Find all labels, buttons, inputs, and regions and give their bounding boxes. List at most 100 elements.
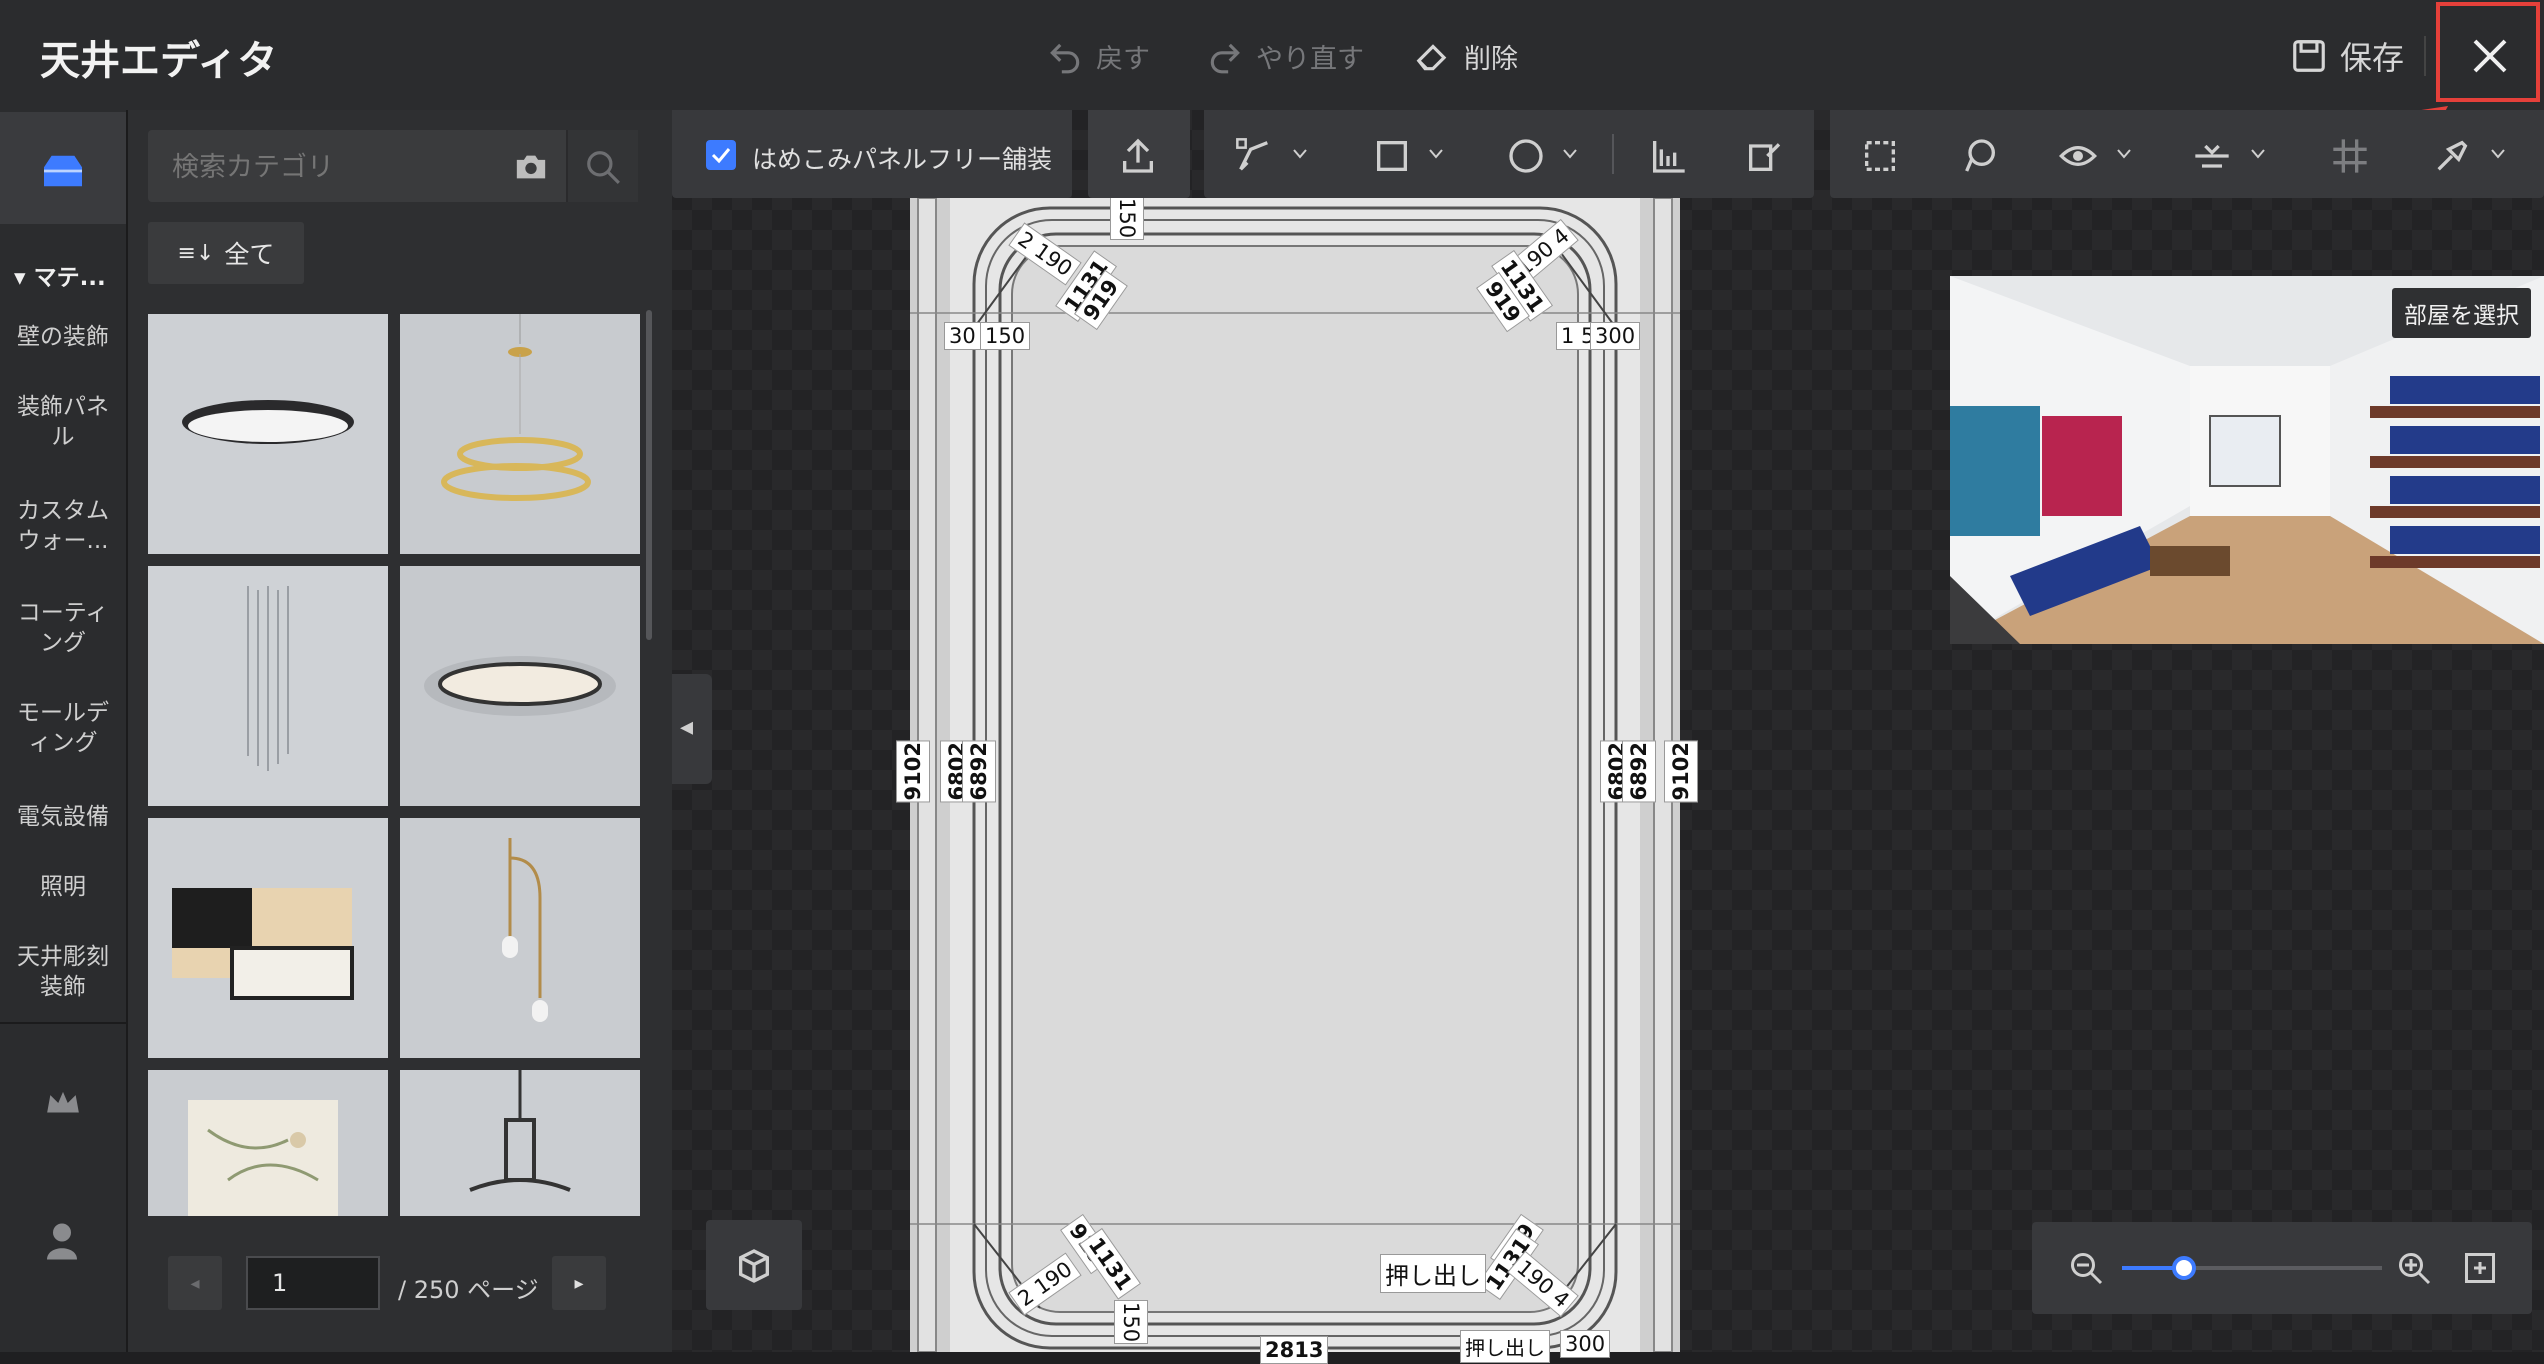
catalog-item[interactable] [148,314,388,554]
fit-view-icon[interactable] [2462,1250,2498,1286]
paving-checkbox[interactable] [706,140,736,170]
delete-button[interactable]: 削除 [1414,34,1518,78]
catalog-item[interactable] [148,566,388,806]
filter-all-button[interactable]: ≡↓ 全て [148,222,304,284]
save-icon [2293,40,2325,72]
next-page-button[interactable]: ▸ [552,1256,606,1310]
chevron-down-icon[interactable] [2250,148,2266,160]
rail-item-wall-decor[interactable]: 壁の装飾 [0,322,126,352]
catalog-item[interactable] [400,566,640,806]
rail-item-molding[interactable]: モールディング [0,698,126,758]
chevron-down-icon[interactable] [1562,148,1578,160]
extrude-label-bottom[interactable]: 押し出し [1460,1330,1550,1363]
page-input[interactable] [246,1256,380,1310]
search-box [148,130,638,202]
dim-left-b: 150 [980,322,1031,350]
pager: ◂ / 250 ページ ▸ [128,1230,672,1340]
material-icon [43,155,82,187]
dim-side-outer-left: 9102 [896,740,930,803]
rail-tab-material[interactable] [0,112,126,224]
catalog-item[interactable] [400,314,640,554]
catalog-item[interactable] [400,1070,640,1216]
eye-icon[interactable] [2058,136,2098,176]
search-button[interactable] [566,130,638,202]
upload-icon[interactable] [1118,136,1158,176]
black-chandelier-icon [469,1070,571,1192]
toolbar-paving: はめこみパネルフリー舗装 [672,110,1072,198]
rectangle-icon[interactable] [1372,136,1412,176]
brush-icon[interactable] [2432,136,2472,176]
search-input[interactable] [170,146,494,188]
round-flat-ceiling-light-icon [182,400,354,444]
single-pendant-icon [502,838,548,1022]
crown-icon[interactable] [44,1086,82,1120]
rail-item-lighting[interactable]: 照明 [0,872,126,902]
filter-all-label: 全て [224,240,275,269]
chevron-down-icon[interactable] [1428,148,1444,160]
catalog-item[interactable] [400,818,640,1058]
title-bar: 天井エディタ 戻す やり直す 削除 保存 [0,0,2544,112]
dim-side-inner-b-right: 6892 [1622,740,1656,803]
dim-bottom-top: 150 [1114,1300,1148,1345]
close-icon[interactable] [2470,36,2510,76]
chevron-down-icon[interactable] [2116,148,2132,160]
catalog-scrollbar[interactable] [646,310,652,640]
rail-section-header[interactable]: ▾ マテ... [14,258,106,292]
chevron-down-icon[interactable] [1292,148,1308,160]
user-icon[interactable] [44,1220,80,1260]
toolbar-view [1830,110,2544,198]
toolbar-divider [1612,134,1614,174]
select-room-label[interactable]: 部屋を選択 [2392,288,2531,338]
rail-item-electrical[interactable]: 電気設備 [0,802,126,832]
ceiling-plan[interactable] [910,198,1680,1352]
edit-note-icon[interactable] [1744,136,1784,176]
extrude-label[interactable]: 押し出し [1380,1254,1486,1293]
toolbar-export [1088,110,1190,198]
zoom-slider-thumb[interactable] [2172,1256,2196,1280]
chevron-down-icon[interactable] [2490,148,2506,160]
dim-side-outer-right: 9102 [1664,740,1698,803]
caret-left-icon: ◂ [190,1272,200,1294]
dim-side-inner-b-left: 6892 [962,740,996,803]
grid-icon[interactable] [2330,136,2370,176]
camera-icon[interactable] [514,152,548,182]
rail-item-custom-wall[interactable]: カスタムウォー... [0,496,126,556]
wood-panel-light-icon [172,888,354,1000]
collapse-panel-button[interactable]: ◂ [672,674,712,784]
prev-page-button[interactable]: ◂ [168,1256,222,1310]
search-icon [587,151,620,184]
left-rail: ▾ マテ... 壁の装飾 装飾パネル カスタムウォー... コーティング モール… [0,110,128,1352]
rail-item-ceiling-carving[interactable]: 天井彫刻装飾 [0,942,126,1002]
rail-section-label: マテ... [33,265,106,291]
header-divider [2424,36,2426,76]
pen-path-icon[interactable] [1234,136,1274,176]
eraser-icon [1416,44,1447,71]
rail-item-deco-panel[interactable]: 装飾パネル [0,392,126,452]
paving-checkbox-label[interactable]: はめこみパネルフリー舗装 [752,140,1052,176]
align-icon[interactable] [2192,136,2232,176]
delete-label: 削除 [1464,43,1518,75]
select-region-icon[interactable] [1860,136,1900,176]
view-3d-button[interactable] [706,1220,802,1310]
caret-down-icon: ▾ [14,265,34,291]
redo-label: やり直す [1256,43,1364,75]
catalog-item[interactable] [148,1070,388,1216]
cube-icon [739,1249,769,1283]
catalog-item[interactable] [148,818,388,1058]
save-button[interactable]: 保存 [2290,34,2404,78]
collapse-left-icon: ◂ [680,712,694,742]
rail-item-coating[interactable]: コーティング [0,598,126,658]
zoom-control [2032,1222,2532,1314]
redo-button[interactable]: やり直す [1206,34,1364,78]
page-total-label: / 250 ページ [398,1276,539,1304]
circle-icon[interactable] [1506,136,1546,176]
dimension-tool-icon[interactable] [1648,136,1688,176]
floral-shade-lamp-icon [188,1100,338,1216]
dim-bottom-mid: 2813 [1260,1336,1329,1364]
zoom-in-icon[interactable] [2396,1250,2432,1286]
zoom-out-icon[interactable] [2068,1250,2104,1286]
caret-right-icon: ▸ [574,1272,584,1294]
lasso-icon[interactable] [1960,136,2000,176]
dim-bottom-300: 300 [1560,1330,1611,1358]
undo-button[interactable]: 戻す [1046,34,1150,78]
